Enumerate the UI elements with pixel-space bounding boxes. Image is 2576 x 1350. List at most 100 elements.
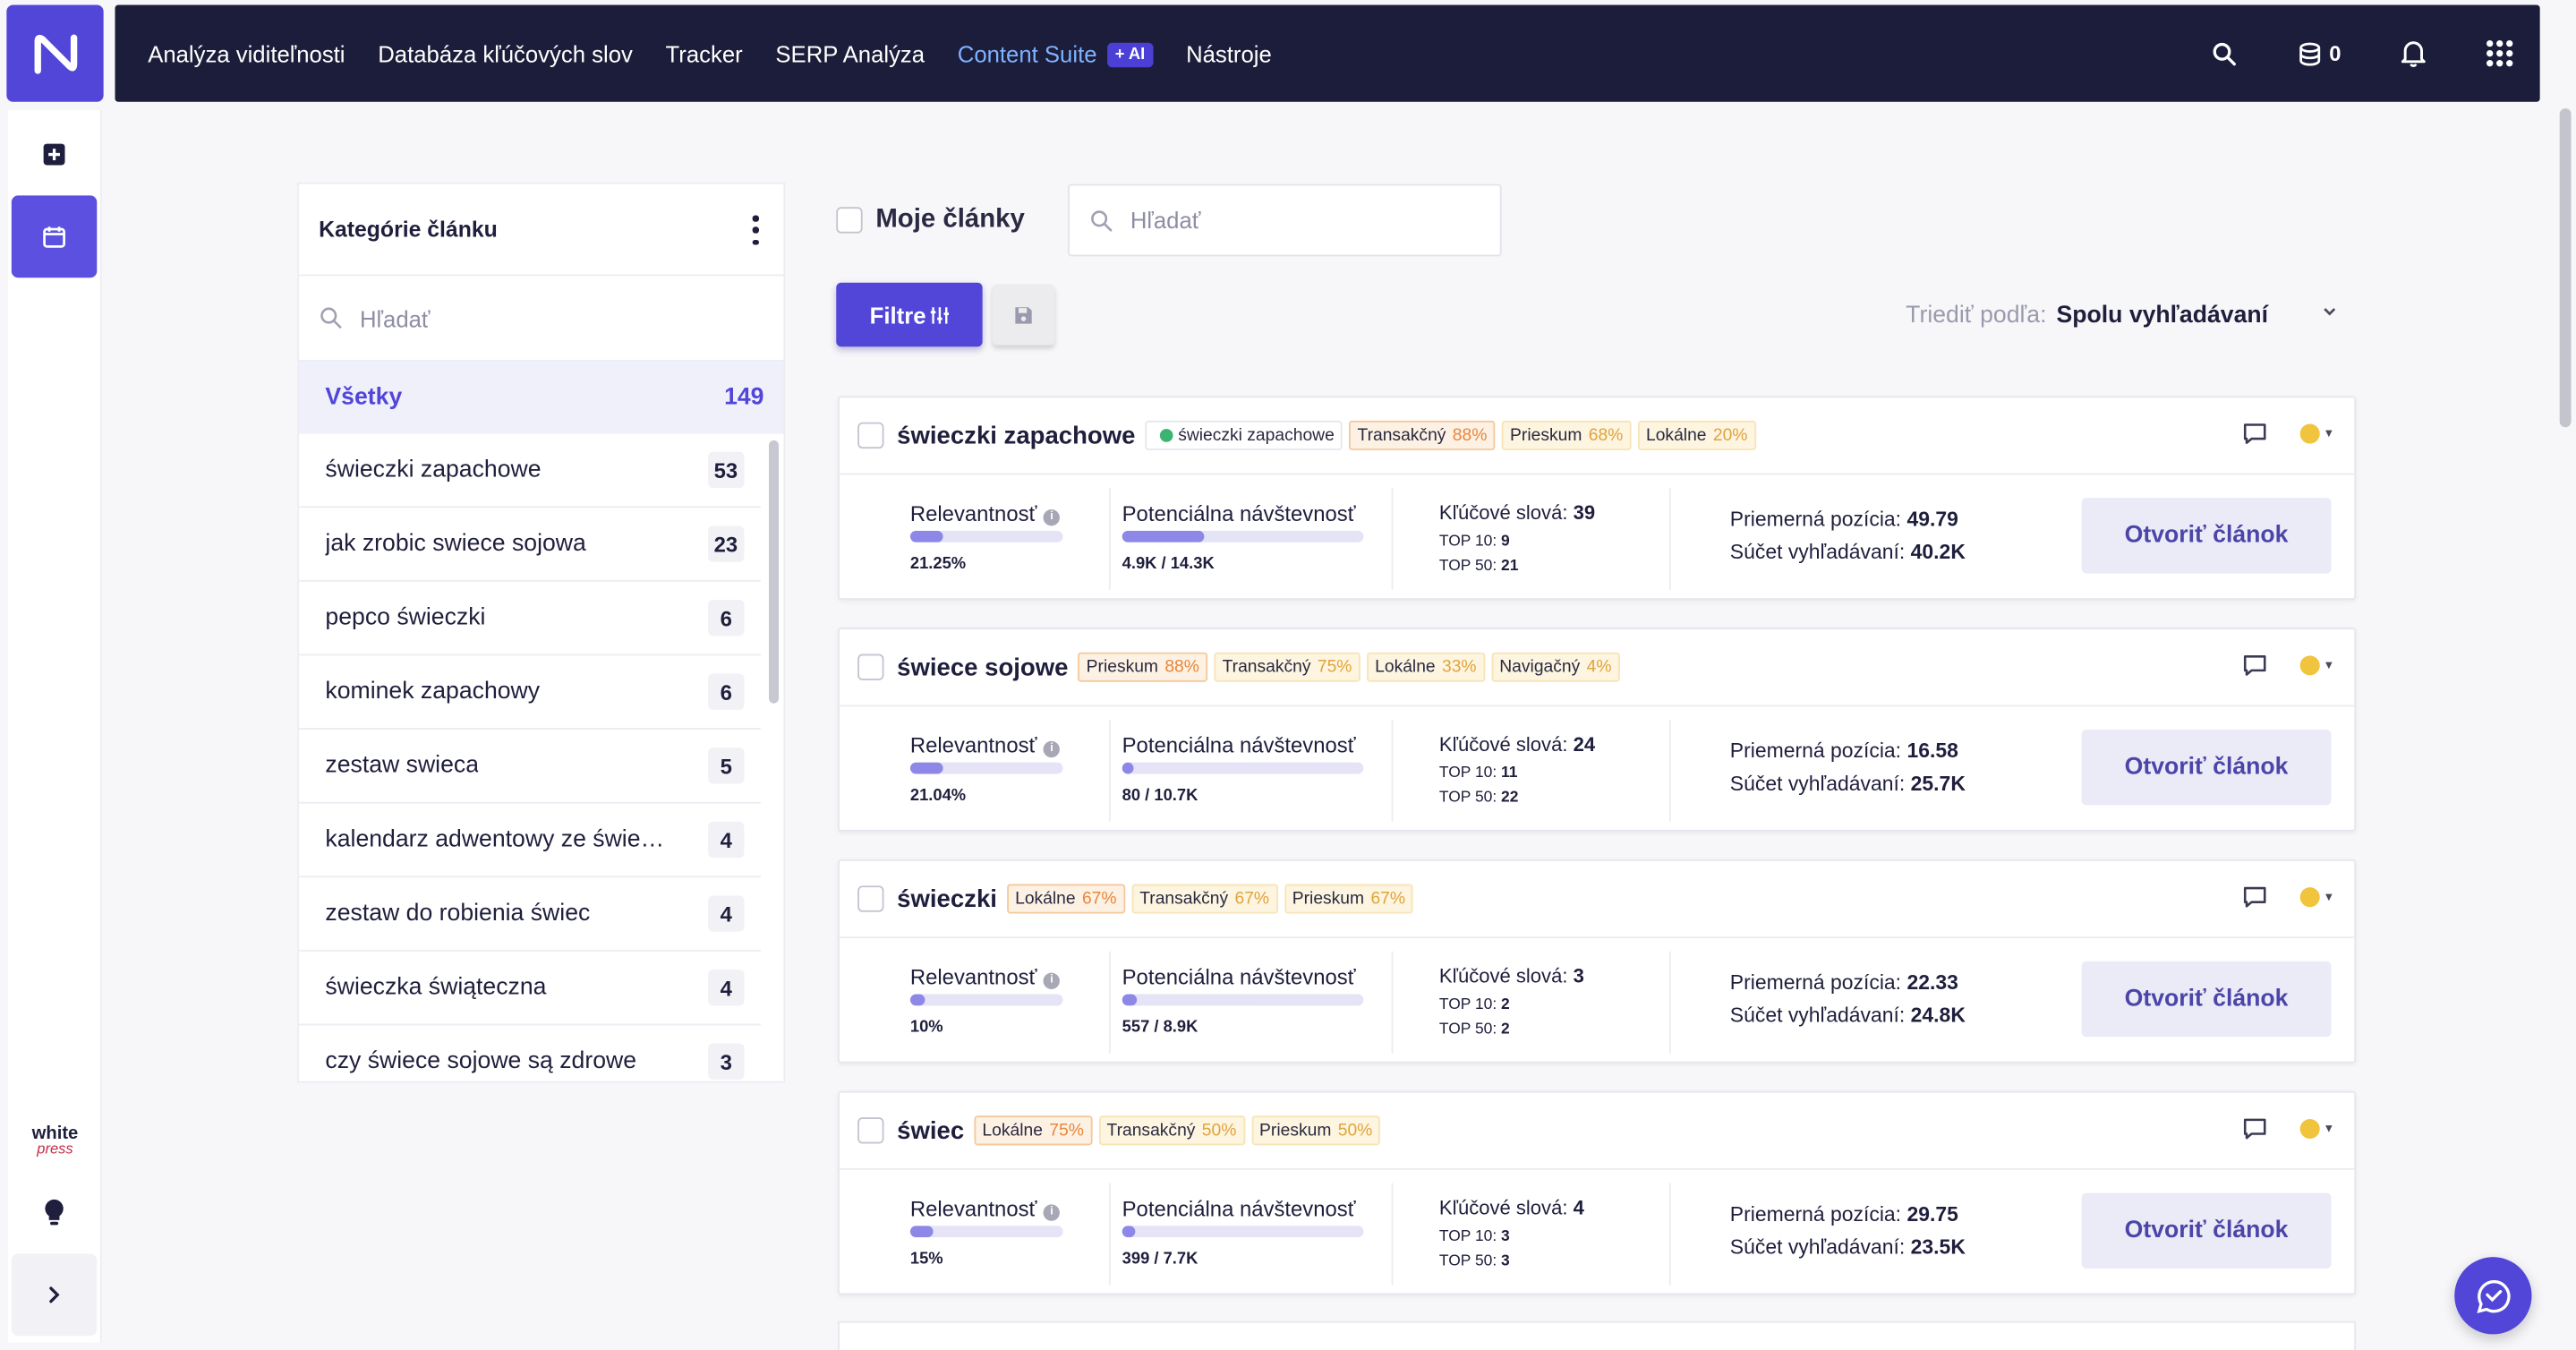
- sort-selector[interactable]: Triediť podľa: Spolu vyhľadávaní: [1906, 303, 2337, 329]
- nav-content-suite[interactable]: Content Suite + AI: [957, 39, 1154, 67]
- top50-value: 2: [1501, 1020, 1510, 1039]
- category-item[interactable]: świeczki zapachowe 53: [299, 434, 761, 508]
- info-icon[interactable]: i: [1043, 1204, 1061, 1221]
- chevron-down-icon[interactable]: ▼: [2324, 892, 2335, 903]
- category-all[interactable]: Všetky 149: [299, 361, 784, 434]
- intent-label: Prieskum: [1086, 657, 1158, 678]
- category-item-name: zestaw do robienia świec: [325, 900, 591, 927]
- comment-icon[interactable]: [2243, 654, 2268, 678]
- avg-pos-label: Priemerná pozícia:: [1729, 508, 1902, 531]
- category-item[interactable]: zestaw swieca 5: [299, 730, 761, 804]
- comment-icon[interactable]: [2243, 885, 2268, 909]
- nav-serp-analysis[interactable]: SERP Analýza: [775, 40, 925, 66]
- potential-label: Potenciálna návštevnosť: [1122, 732, 1356, 758]
- filter-label: Filtre: [869, 301, 926, 329]
- expand-sidebar-button[interactable]: [11, 1253, 98, 1337]
- my-articles-checkbox[interactable]: [836, 207, 863, 234]
- status-dot[interactable]: [2299, 887, 2320, 908]
- tips-button[interactable]: [12, 1172, 97, 1254]
- relevance-label: Relevantnosť i: [910, 501, 1061, 526]
- add-button[interactable]: [12, 114, 97, 196]
- category-item[interactable]: kominek zapachowy 6: [299, 655, 761, 730]
- relevance-bar: [909, 762, 1063, 774]
- search-sum: Súčet vyhľadávaní: 24.8K: [1730, 1004, 1966, 1027]
- app-logo[interactable]: [6, 4, 104, 102]
- chat-button[interactable]: [2454, 1257, 2532, 1335]
- category-list: świeczki zapachowe 53 jak zrobic swiece so…: [299, 434, 783, 1081]
- top10-count: TOP 10: 3: [1439, 1227, 1510, 1245]
- top50-count: TOP 50: 3: [1439, 1252, 1510, 1270]
- intent-tag: Prieskum 67%: [1284, 884, 1414, 914]
- chevron-down-icon[interactable]: ▼: [2324, 660, 2335, 671]
- keyword-value: 39: [1573, 500, 1596, 525]
- comment-icon[interactable]: [2243, 423, 2268, 446]
- nav-tracker[interactable]: Tracker: [666, 40, 743, 66]
- my-articles-label: Moje články: [875, 205, 1025, 234]
- more-vertical-icon[interactable]: [751, 215, 761, 245]
- sum-search-label: Súčet vyhľadávaní:: [1729, 1235, 1906, 1259]
- avg-pos-value: 16.58: [1906, 739, 1958, 763]
- intent-tag: Lokálne 33%: [1366, 652, 1485, 682]
- card-checkbox[interactable]: [857, 422, 884, 449]
- nav-keyword-database[interactable]: Databáza kľúčových slov: [378, 40, 633, 66]
- category-item-name: jak zrobic swiece sojowa: [325, 530, 586, 558]
- top50-count: TOP 50: 2: [1439, 1021, 1510, 1038]
- info-icon[interactable]: i: [1043, 509, 1061, 526]
- card-checkbox[interactable]: [857, 654, 884, 680]
- intent-label: Navigačný: [1499, 657, 1581, 678]
- nav-visibility-analysis[interactable]: Analýza viditeľnosti: [148, 40, 345, 66]
- left-sidebar: white press: [8, 109, 102, 1343]
- category-scrollbar[interactable]: [769, 440, 780, 704]
- category-item[interactable]: zestaw do robienia świec 4: [299, 877, 761, 952]
- open-article-label: Otvoriť článok: [2124, 522, 2289, 550]
- calendar-button[interactable]: [11, 195, 98, 278]
- bell-icon[interactable]: [2401, 39, 2427, 67]
- chevron-down-icon[interactable]: ▼: [2324, 428, 2335, 440]
- chevron-down-icon[interactable]: ▼: [2324, 1124, 2335, 1135]
- article-card: świeczki zapachowe świeczki zapachowe Tran…: [838, 396, 2357, 600]
- nav-tools[interactable]: Nástroje: [1186, 40, 1272, 66]
- save-filter-button[interactable]: [992, 284, 1055, 346]
- sum-search-label: Súčet vyhľadávaní:: [1729, 1004, 1906, 1028]
- page-scrollbar[interactable]: [2559, 108, 2572, 428]
- divider: [1668, 951, 1671, 1054]
- whitepress-logo[interactable]: white press: [8, 1124, 102, 1157]
- card-title[interactable]: świece sojowe: [897, 654, 1068, 681]
- nav-content-suite-label: Content Suite: [957, 39, 1097, 67]
- category-item[interactable]: pepco świeczki 6: [299, 582, 761, 656]
- apps-grid-icon[interactable]: [2486, 39, 2513, 67]
- my-articles-toggle[interactable]: Moje články: [836, 205, 1025, 235]
- card-title[interactable]: świeczki: [897, 884, 997, 912]
- info-icon[interactable]: i: [1043, 740, 1061, 758]
- status-dot[interactable]: [2299, 1118, 2320, 1140]
- open-article-button[interactable]: Otvoriť článok: [2081, 961, 2332, 1038]
- divider: [1108, 719, 1111, 822]
- comment-icon[interactable]: [2243, 1117, 2268, 1141]
- credits-value: 0: [2329, 40, 2341, 66]
- info-icon[interactable]: i: [1043, 972, 1061, 989]
- credits-counter[interactable]: 0: [2297, 40, 2341, 66]
- open-article-button[interactable]: Otvoriť článok: [2081, 498, 2332, 574]
- category-item[interactable]: kalendarz adwentowy ze świe… 4: [299, 804, 761, 878]
- status-dot[interactable]: [2299, 655, 2320, 676]
- category-item[interactable]: świeczka świąteczna 4: [299, 952, 761, 1026]
- status-dot[interactable]: [2299, 423, 2320, 444]
- sum-search-value: 24.8K: [1910, 1004, 1966, 1028]
- open-article-button[interactable]: Otvoriť článok: [2081, 1192, 2332, 1269]
- open-article-button[interactable]: Otvoriť článok: [2081, 729, 2332, 806]
- search-icon: [1091, 209, 1113, 231]
- category-item[interactable]: jak zrobic swiece sojowa 23: [299, 508, 761, 582]
- filter-button[interactable]: Filtre: [836, 282, 983, 347]
- intent-label: Transakčný: [1139, 889, 1229, 910]
- card-checkbox[interactable]: [857, 1117, 884, 1144]
- category-item[interactable]: czy świece sojowe są zdrowe 3: [299, 1025, 761, 1081]
- average-position: Priemerná pozícia: 29.75: [1730, 1203, 1958, 1226]
- card-title[interactable]: świeczki zapachowe: [897, 422, 1135, 449]
- card-checkbox[interactable]: [857, 885, 884, 912]
- article-search-input[interactable]: Hľadať: [1068, 184, 1502, 257]
- search-icon[interactable]: [2211, 40, 2237, 66]
- top10-label: TOP 10:: [1438, 764, 1497, 782]
- category-search[interactable]: Hľadať: [299, 276, 784, 362]
- card-title[interactable]: świec: [897, 1116, 964, 1144]
- keyword-label: Kľúčové slová:: [1438, 1196, 1568, 1219]
